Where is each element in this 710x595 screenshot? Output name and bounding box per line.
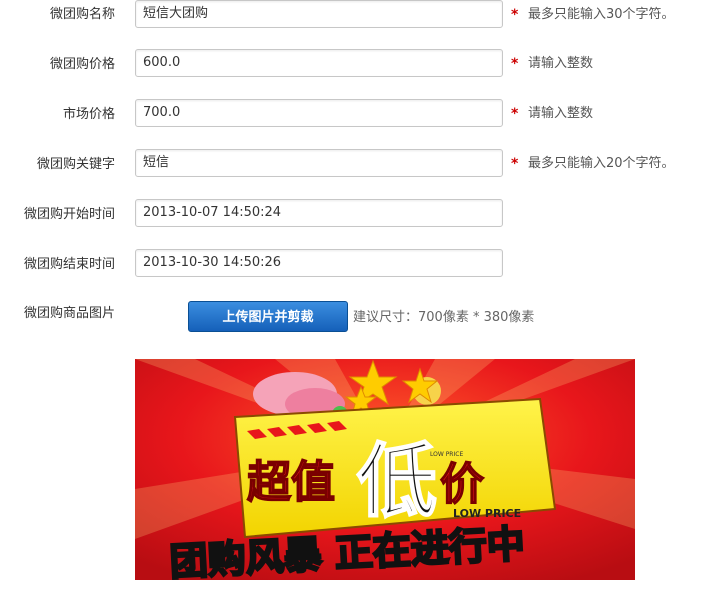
market-price-input[interactable] bbox=[135, 99, 503, 127]
start-time-row: 微团购开始时间 bbox=[0, 199, 710, 231]
keyword-input[interactable] bbox=[135, 149, 503, 177]
banner-tag-large: LOW PRICE bbox=[453, 507, 521, 520]
banner-title-left: 超值 bbox=[247, 457, 335, 508]
keyword-required-mark: * bbox=[511, 156, 519, 172]
start-time-input[interactable] bbox=[135, 199, 503, 227]
image-size-hint: 建议尺寸：700像素 * 380像素 bbox=[353, 310, 535, 325]
end-time-label: 微团购结束时间 bbox=[23, 257, 115, 272]
banner-graphic: 超值 低 价 LOW PRICE LOW PRICE 团购风暴 正在进行中 bbox=[135, 359, 635, 580]
market-price-hint: 请输入整数 bbox=[528, 106, 594, 121]
market-price-label: 市场价格 bbox=[62, 107, 115, 122]
name-label: 微团购名称 bbox=[49, 7, 115, 22]
upload-crop-button[interactable]: 上传图片并剪裁 bbox=[188, 301, 348, 332]
image-label: 微团购商品图片 bbox=[23, 306, 115, 321]
price-required-mark: * bbox=[511, 56, 519, 72]
name-row: 微团购名称 * 最多只能输入30个字符。 bbox=[0, 0, 710, 32]
name-required-mark: * bbox=[511, 7, 519, 23]
banner-tag-small: LOW PRICE bbox=[430, 451, 463, 458]
banner-title-big: 低 bbox=[357, 434, 437, 528]
product-image-preview: 超值 低 价 LOW PRICE LOW PRICE 团购风暴 正在进行中 bbox=[135, 359, 635, 580]
start-time-label: 微团购开始时间 bbox=[23, 207, 115, 222]
market-price-row: 市场价格 * 请输入整数 bbox=[0, 99, 710, 131]
price-row: 微团购价格 * 请输入整数 bbox=[0, 49, 710, 81]
keyword-label: 微团购关键字 bbox=[36, 157, 115, 172]
price-input[interactable] bbox=[135, 49, 503, 77]
keyword-row: 微团购关键字 * 最多只能输入20个字符。 bbox=[0, 149, 710, 181]
price-label: 微团购价格 bbox=[49, 57, 115, 72]
banner-title-right: 价 bbox=[440, 459, 484, 510]
keyword-hint: 最多只能输入20个字符。 bbox=[528, 156, 675, 171]
name-input[interactable] bbox=[135, 0, 503, 28]
name-hint: 最多只能输入30个字符。 bbox=[528, 7, 675, 22]
price-hint: 请输入整数 bbox=[528, 56, 594, 71]
market-price-required-mark: * bbox=[511, 106, 519, 122]
end-time-row: 微团购结束时间 bbox=[0, 249, 710, 281]
end-time-input[interactable] bbox=[135, 249, 503, 277]
